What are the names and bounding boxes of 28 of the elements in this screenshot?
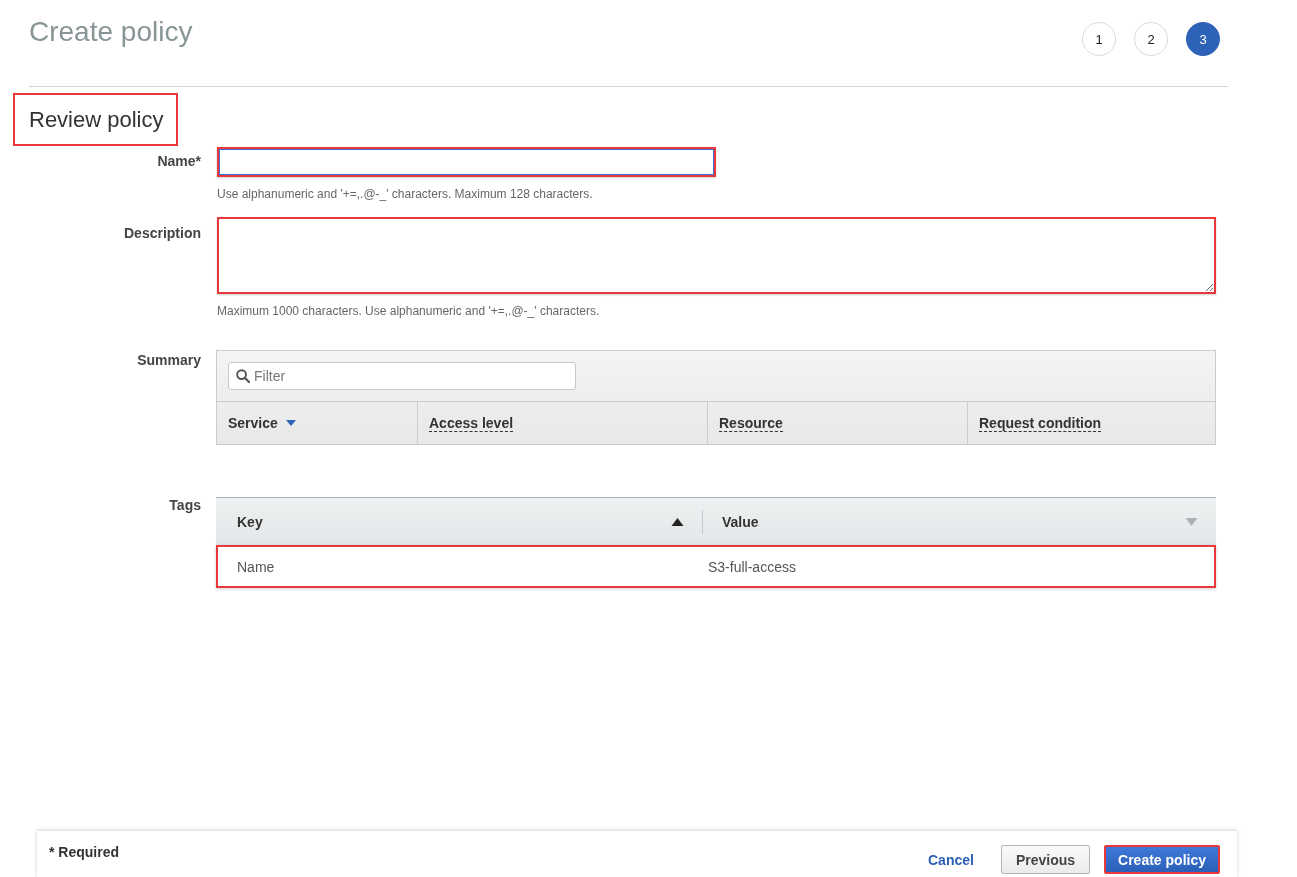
summary-label: Summary bbox=[137, 351, 201, 370]
table-cell: S3-full-access bbox=[708, 558, 796, 575]
column-header[interactable]: Resource bbox=[707, 402, 967, 444]
tags-label: Tags bbox=[169, 497, 201, 515]
column-header[interactable]: Request condition bbox=[967, 402, 1215, 444]
filter-field[interactable]: Filter bbox=[228, 362, 576, 390]
column-header[interactable]: Access level bbox=[417, 402, 707, 444]
description-field[interactable] bbox=[217, 217, 1216, 294]
create-policy-button[interactable]: Create policy bbox=[1104, 845, 1220, 874]
cancel-link[interactable]: Cancel bbox=[928, 845, 987, 874]
section-title: Review policy bbox=[13, 93, 178, 146]
column-header[interactable]: Service bbox=[217, 402, 417, 444]
name-field[interactable] bbox=[217, 147, 716, 177]
name-label: Name* bbox=[157, 152, 201, 171]
column-header[interactable]: Value bbox=[722, 513, 759, 530]
page-title: Create policy bbox=[29, 15, 193, 49]
column-header[interactable]: Key bbox=[237, 513, 263, 530]
required-note: * Required bbox=[49, 845, 119, 860]
previous-button[interactable]: Previous bbox=[1000, 845, 1091, 874]
sort-up-icon[interactable] bbox=[671, 517, 684, 526]
search-icon bbox=[236, 369, 250, 383]
name-hint: Use alphanumeric and '+=,.@-_' characters. Maximum 128 characters. bbox=[217, 187, 593, 201]
table-cell-text: Name bbox=[236, 558, 276, 575]
step-indicator: 2 bbox=[1134, 22, 1168, 56]
description-hint: Maximum 1000 characters. Use alphanumeric and '+=,.@-_' characters. bbox=[217, 304, 600, 318]
description-label: Description bbox=[124, 224, 201, 243]
step-indicator: 1 bbox=[1082, 22, 1116, 56]
step-indicator: 3 bbox=[1186, 22, 1220, 56]
